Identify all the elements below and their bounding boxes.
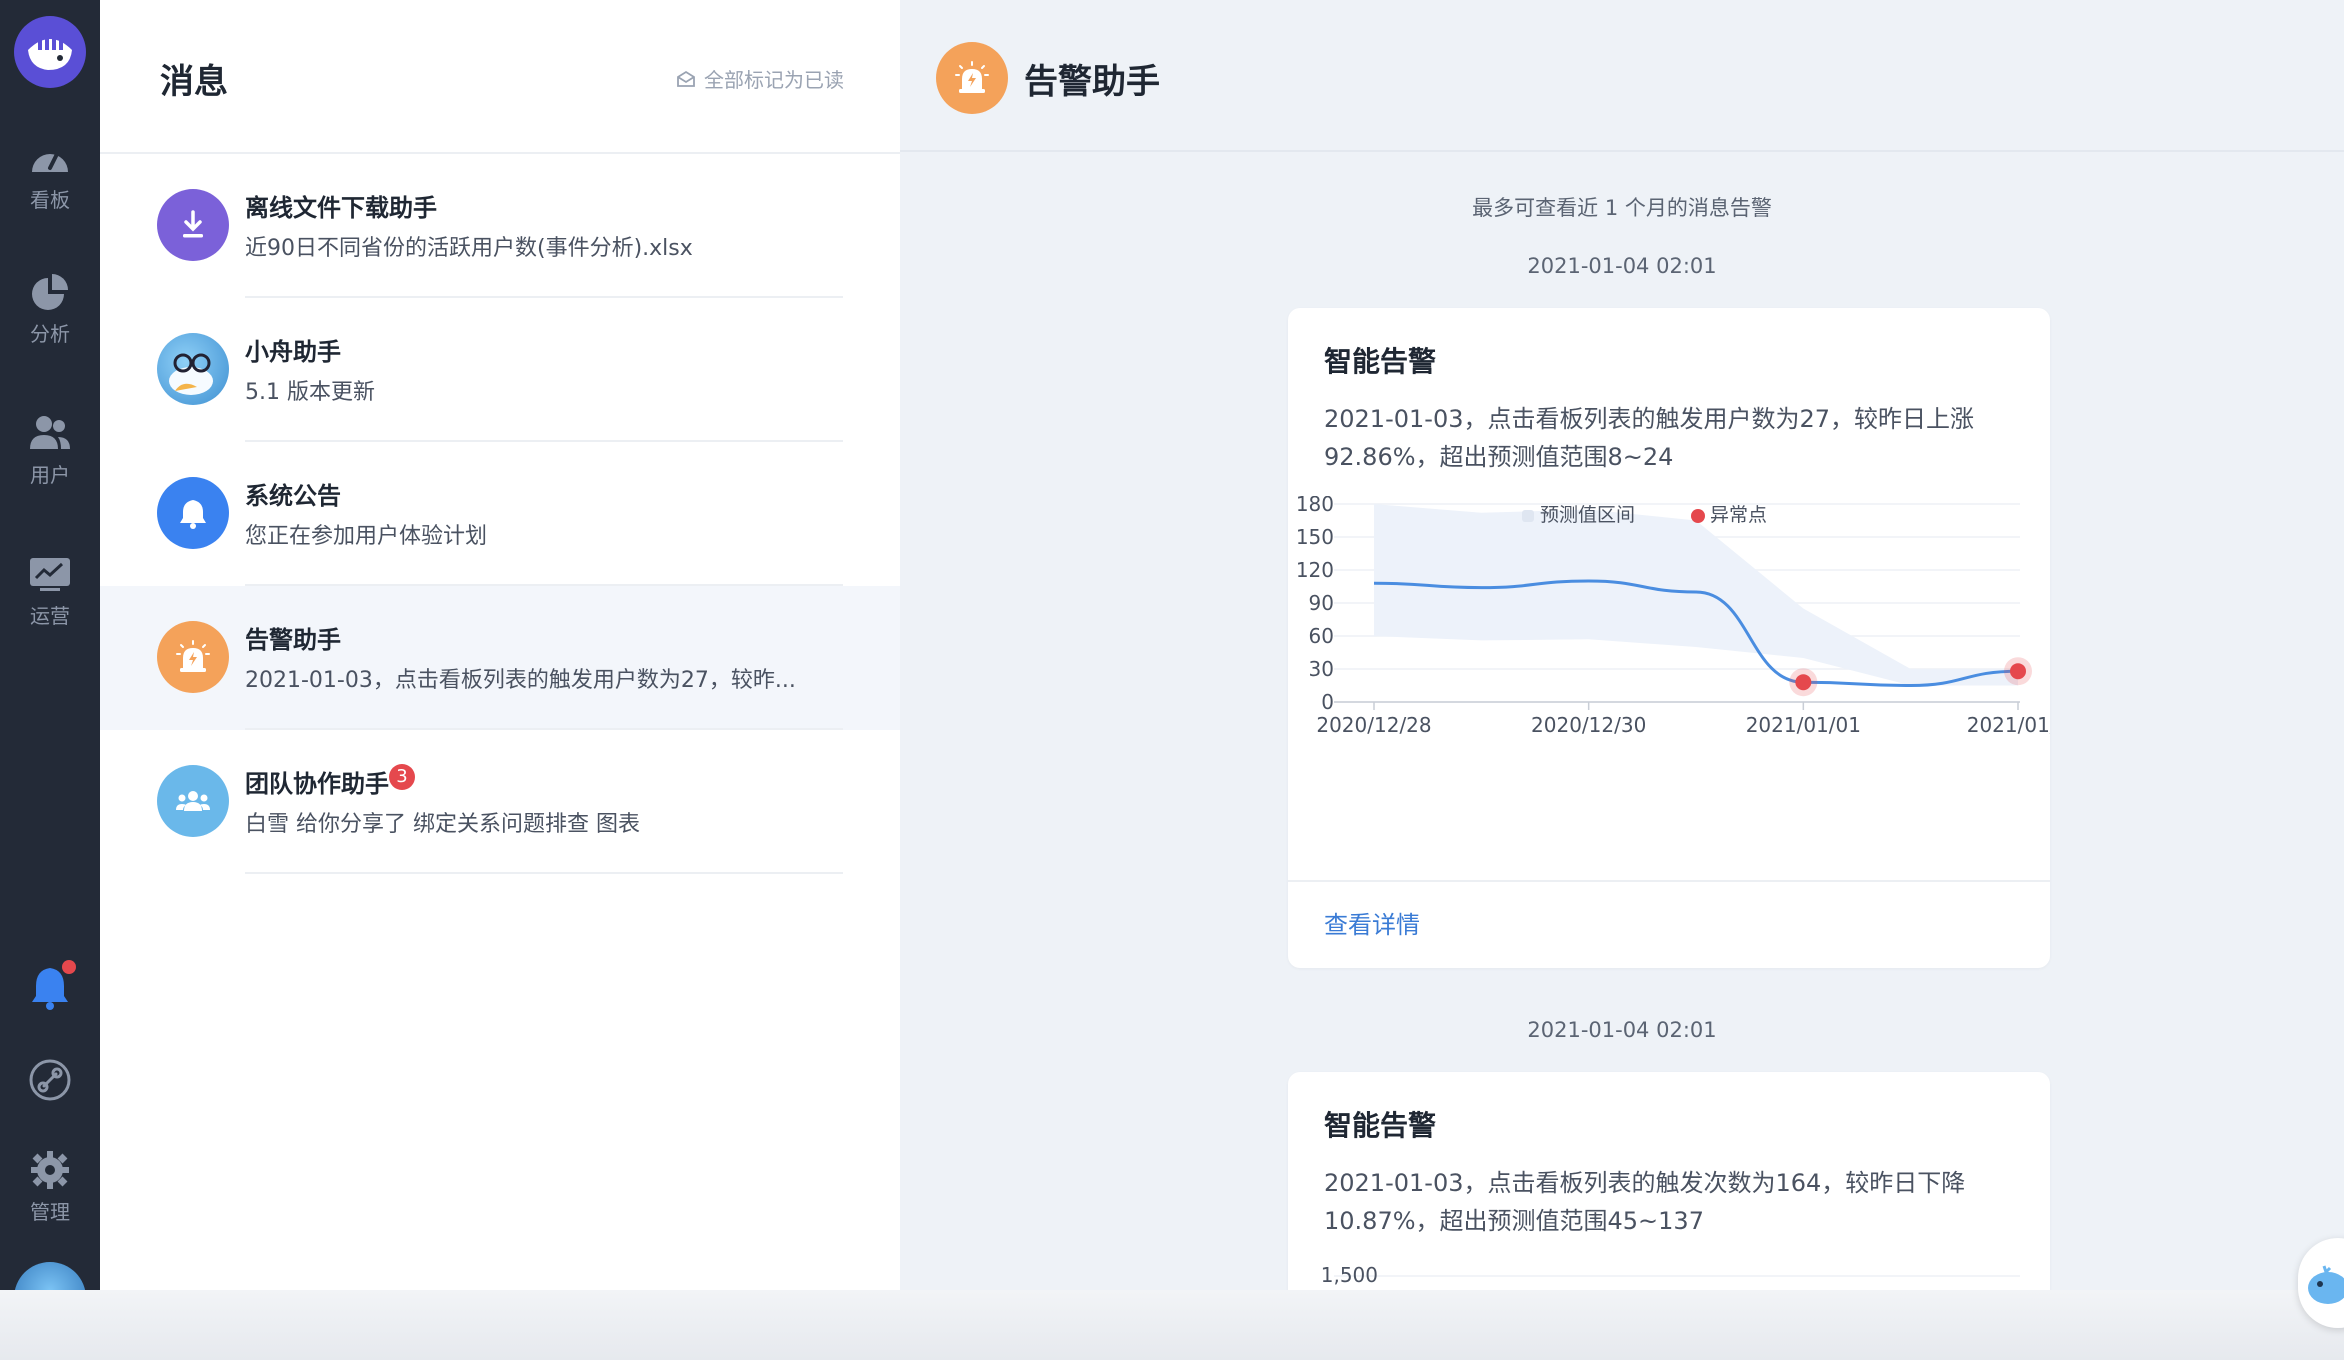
envelope-open-icon [677, 70, 695, 87]
y-tick-label: 1,500 [1321, 1263, 1378, 1287]
pie-chart-icon [32, 274, 68, 310]
nav-item-users[interactable]: 用户 [0, 413, 100, 488]
message-item-selected[interactable]: 告警助手 2021-01-03，点击看板列表的触发用户数为27，较昨... [100, 586, 900, 730]
message-sender: 小舟助手 [245, 338, 341, 366]
message-preview: 5.1 版本更新 [245, 380, 375, 405]
link-icon[interactable] [28, 1058, 72, 1102]
y-tick-label: 90 [1309, 591, 1334, 615]
message-sender: 团队协作助手 3 [245, 764, 415, 800]
message-timestamp: 2021-01-04 02:01 [1527, 254, 1717, 278]
nav-label: 运营 [30, 604, 70, 628]
x-tick-label: 2021/01/01 [1746, 713, 1861, 737]
alarm-icon [955, 61, 989, 93]
legend-swatch-band [1522, 510, 1534, 522]
nav-label: 分析 [30, 322, 70, 346]
x-tick-label: 2020/12/28 [1316, 713, 1431, 737]
prediction-band [1374, 504, 2018, 686]
gear-icon [31, 1151, 69, 1189]
download-icon [183, 210, 203, 238]
unread-count-badge: 3 [389, 764, 415, 790]
message-preview: 2021-01-03，点击看板列表的触发用户数为27，较昨... [245, 668, 796, 693]
whale-avatar-icon [169, 353, 213, 395]
message-item[interactable]: 团队协作助手 3 白雪 给你分享了 绑定关系问题排查 图表 [100, 730, 900, 874]
nav-label: 用户 [30, 463, 70, 487]
anomaly-point [1795, 674, 1812, 691]
message-sender-label: 团队协作助手 [245, 770, 389, 798]
y-tick-label: 30 [1309, 657, 1334, 681]
detail-avatar [936, 42, 1008, 114]
message-item[interactable]: 小舟助手 5.1 版本更新 [100, 298, 900, 442]
bottom-strip [0, 1290, 2344, 1360]
monitor-chart-icon [30, 558, 70, 591]
nav-label: 管理 [30, 1200, 70, 1224]
history-notice: 最多可查看近 1 个月的消息告警 [1472, 196, 1772, 220]
alert-card-text: 2021-01-03，点击看板列表的触发用户数为27，较昨日上涨92.86%，超… [1324, 405, 1975, 471]
y-tick-label: 60 [1309, 624, 1334, 648]
nav-item-analysis[interactable]: 分析 [0, 272, 100, 347]
alert-card-title: 智能告警 [1324, 345, 1437, 378]
divider [245, 872, 843, 874]
message-avatar [157, 189, 229, 261]
message-preview: 白雪 给你分享了 绑定关系问题排查 图表 [245, 812, 640, 837]
detail-title: 告警助手 [1024, 62, 1160, 102]
legend-swatch-anomaly [1691, 509, 1705, 523]
y-tick-label: 120 [1296, 558, 1334, 582]
detail-header: 告警助手 [900, 0, 2344, 152]
message-preview: 您正在参加用户体验计划 [245, 524, 488, 549]
message-sender: 离线文件下载助手 [245, 194, 437, 222]
message-preview: 近90日不同省份的活跃用户数(事件分析).xlsx [245, 236, 693, 261]
mark-all-read-label: 全部标记为已读 [704, 68, 844, 92]
alert-card-text: 2021-01-03，点击看板列表的触发次数为164，较昨日下降10.87%，超… [1324, 1169, 1966, 1235]
message-sender: 告警助手 [245, 626, 341, 654]
message-avatar [157, 621, 229, 693]
message-item[interactable]: 离线文件下载助手 近90日不同省份的活跃用户数(事件分析).xlsx [100, 154, 900, 298]
dashboard-gauge-icon [32, 150, 68, 172]
nav-item-operations[interactable]: 运营 [0, 554, 100, 629]
alert-card-title: 智能告警 [1324, 1109, 1437, 1142]
x-tick-label: 2021/01/0 [1967, 713, 2050, 737]
alert-line-chart: 1,500 [1321, 1263, 2020, 1287]
message-avatar [157, 477, 229, 549]
view-details-link[interactable]: 查看详情 [1324, 905, 1420, 940]
whale-assistant-icon [2308, 1265, 2344, 1304]
legend-label: 预测值区间 [1540, 504, 1635, 526]
alert-chart: 0 30 60 90 120 150 180 2020/12/28 2020/12/30 2021… [1288, 492, 2069, 756]
message-timestamp: 2021-01-04 02:01 [1527, 1018, 1717, 1042]
divider [1288, 880, 2050, 882]
legend-label: 异常点 [1710, 504, 1767, 526]
mark-all-read-button[interactable]: 全部标记为已读 [676, 64, 844, 93]
alert-card: 智能告警 2021-01-03，点击看板列表的触发用户数为27，较昨日上涨92.… [1288, 308, 2069, 968]
anomaly-point [2010, 663, 2026, 680]
message-item[interactable]: 系统公告 您正在参加用户体验计划 [100, 442, 900, 586]
message-avatar [157, 333, 229, 405]
page-title: 消息 [160, 62, 228, 102]
x-tick-label: 2020/12/30 [1531, 713, 1646, 737]
users-icon [30, 416, 70, 449]
y-tick-label: 150 [1296, 525, 1334, 549]
app-logo[interactable] [14, 16, 86, 88]
detail-body: 最多可查看近 1 个月的消息告警 2021-01-04 02:01 智能告警 2… [900, 154, 2344, 1290]
y-tick-label: 0 [1321, 690, 1334, 714]
message-avatar [157, 765, 229, 837]
message-list-panel: 消息 全部标记为已读 离线文件下载助手 近90日不同省份的活跃用户数(事件分析)… [100, 0, 900, 1360]
y-tick-label: 180 [1296, 496, 1334, 516]
notification-dot [62, 960, 76, 974]
nav-label: 看板 [30, 188, 70, 212]
alert-card: 智能告警 2021-01-03，点击看板列表的触发次数为164，较昨日下降10.… [1288, 1072, 2050, 1290]
nav-item-dashboard[interactable]: 看板 [0, 138, 100, 213]
message-sender: 系统公告 [245, 482, 341, 510]
whale-logo-icon [28, 34, 72, 70]
alert-line-chart: 0 30 60 90 120 150 180 2020/12/28 2020/12/30 2021… [1296, 492, 2069, 737]
alarm-icon [176, 640, 210, 672]
nav-item-manage[interactable]: 管理 [0, 1150, 100, 1225]
nav-rail: 看板 分析 用户 运营 管理 [0, 0, 100, 1360]
team-icon [176, 791, 210, 811]
bell-icon [180, 500, 206, 529]
